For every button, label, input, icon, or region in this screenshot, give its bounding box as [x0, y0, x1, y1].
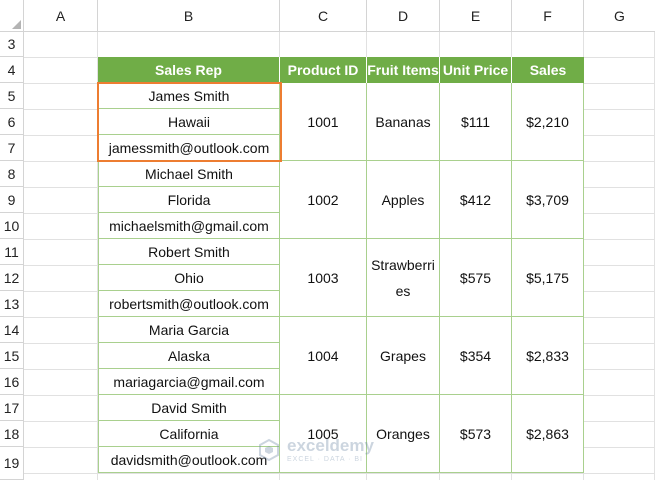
cell-fruit-item[interactable]: Bananas: [367, 83, 440, 161]
row-header-18[interactable]: 18: [0, 421, 24, 447]
cell-sales[interactable]: $5,175: [512, 239, 584, 317]
select-all-triangle-icon: [12, 20, 21, 29]
column-header-b[interactable]: B: [98, 0, 280, 32]
cell-sales-rep-email[interactable]: michaelsmith@gmail.com: [98, 213, 280, 239]
cell-sales-rep-state[interactable]: Florida: [98, 187, 280, 213]
cell-sales-rep-name[interactable]: Michael Smith: [98, 161, 280, 187]
row-header-5[interactable]: 5: [0, 83, 24, 109]
cell-sales[interactable]: $2,210: [512, 83, 584, 161]
cell-unit-price[interactable]: $111: [440, 83, 512, 161]
cell-unit-price[interactable]: $412: [440, 161, 512, 239]
cell-product-id[interactable]: 1002: [280, 161, 367, 239]
row-header-12[interactable]: 12: [0, 265, 24, 291]
cell-unit-price[interactable]: $573: [440, 395, 512, 473]
gridline-horizontal: [24, 473, 655, 474]
cell-product-id[interactable]: 1003: [280, 239, 367, 317]
row-header-9[interactable]: 9: [0, 187, 24, 213]
cell-product-id[interactable]: 1004: [280, 317, 367, 395]
cell-fruit-item[interactable]: Grapes: [367, 317, 440, 395]
header-fruit-items[interactable]: Fruit Items: [367, 57, 440, 83]
row-header-3[interactable]: 3: [0, 31, 24, 57]
cell-sales-rep-name[interactable]: Maria Garcia: [98, 317, 280, 343]
cell-sales-rep-name[interactable]: Robert Smith: [98, 239, 280, 265]
column-header-e[interactable]: E: [440, 0, 512, 32]
column-header-f[interactable]: F: [512, 0, 584, 32]
cell-product-id[interactable]: 1001: [280, 83, 367, 161]
cell-sales-rep-state[interactable]: California: [98, 421, 280, 447]
column-header-row: A B C D E F G: [0, 0, 655, 32]
cell-sales-rep-state[interactable]: Alaska: [98, 343, 280, 369]
cell-sales-rep-name[interactable]: David Smith: [98, 395, 280, 421]
cell-fruit-item[interactable]: Strawberries: [367, 239, 440, 317]
column-header-a[interactable]: A: [24, 0, 98, 32]
row-header-17[interactable]: 17: [0, 395, 24, 421]
cell-sales[interactable]: $2,863: [512, 395, 584, 473]
row-header-11[interactable]: 11: [0, 239, 24, 265]
row-header-10[interactable]: 10: [0, 213, 24, 239]
row-header-6[interactable]: 6: [0, 109, 24, 135]
spreadsheet: A B C D E F G 3 4 5 6 7 8 9 10 11 12 13 14 15 16 17 18 1…: [0, 0, 655, 480]
column-header-g[interactable]: G: [584, 0, 655, 32]
cell-sales[interactable]: $3,709: [512, 161, 584, 239]
header-unit-price[interactable]: Unit Price: [440, 57, 512, 83]
header-sales[interactable]: Sales: [512, 57, 584, 83]
row-header-8[interactable]: 8: [0, 161, 24, 187]
row-header-13[interactable]: 13: [0, 291, 24, 317]
cell-unit-price[interactable]: $354: [440, 317, 512, 395]
header-sales-rep[interactable]: Sales Rep: [98, 57, 280, 83]
row-header-15[interactable]: 15: [0, 343, 24, 369]
cell-sales-rep-email[interactable]: robertsmith@outlook.com: [98, 291, 280, 317]
row-header-14[interactable]: 14: [0, 317, 24, 343]
cell-sales-rep-email[interactable]: davidsmith@outlook.com: [98, 447, 280, 473]
cell-sales-rep-name[interactable]: James Smith: [98, 83, 280, 109]
row-header-7[interactable]: 7: [0, 135, 24, 161]
cell-fruit-item[interactable]: Apples: [367, 161, 440, 239]
cell-sales[interactable]: $2,833: [512, 317, 584, 395]
row-header-16[interactable]: 16: [0, 369, 24, 395]
cell-fruit-item[interactable]: Oranges: [367, 395, 440, 473]
select-all-corner[interactable]: [0, 0, 24, 32]
column-header-d[interactable]: D: [367, 0, 440, 32]
cell-sales-rep-email[interactable]: jamessmith@outlook.com: [98, 135, 280, 161]
cell-sales-rep-state[interactable]: Ohio: [98, 265, 280, 291]
cell-sales-rep-state[interactable]: Hawaii: [98, 109, 280, 135]
column-header-c[interactable]: C: [280, 0, 367, 32]
cell-sales-rep-email[interactable]: mariagarcia@gmail.com: [98, 369, 280, 395]
cell-unit-price[interactable]: $575: [440, 239, 512, 317]
header-product-id[interactable]: Product ID: [280, 57, 367, 83]
row-header-19[interactable]: 19: [0, 447, 24, 480]
cell-product-id[interactable]: 1005: [280, 395, 367, 473]
row-header-4[interactable]: 4: [0, 57, 24, 83]
